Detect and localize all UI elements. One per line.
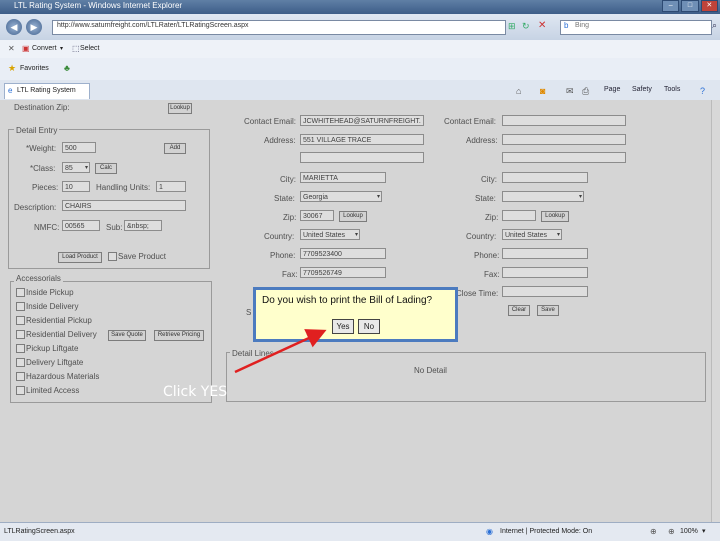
click-yes-annotation: Click YES (163, 384, 228, 400)
status-page: LTLRatingScreen.aspx (4, 528, 75, 535)
chevron-down-icon[interactable]: ▾ (702, 527, 706, 535)
arrow-line (234, 329, 327, 374)
status-zone: Internet | Protected Mode: On (500, 528, 593, 535)
internet-zone-icon: ◉ (486, 527, 493, 536)
zoom-icon[interactable]: ⊕ (668, 527, 675, 536)
status-bar: LTLRatingScreen.aspx ◉ Internet | Protec… (0, 522, 720, 541)
zoom-level[interactable]: 100% (680, 528, 698, 535)
security-icon[interactable]: ⊕ (650, 527, 657, 536)
annotation-arrow (234, 329, 327, 374)
